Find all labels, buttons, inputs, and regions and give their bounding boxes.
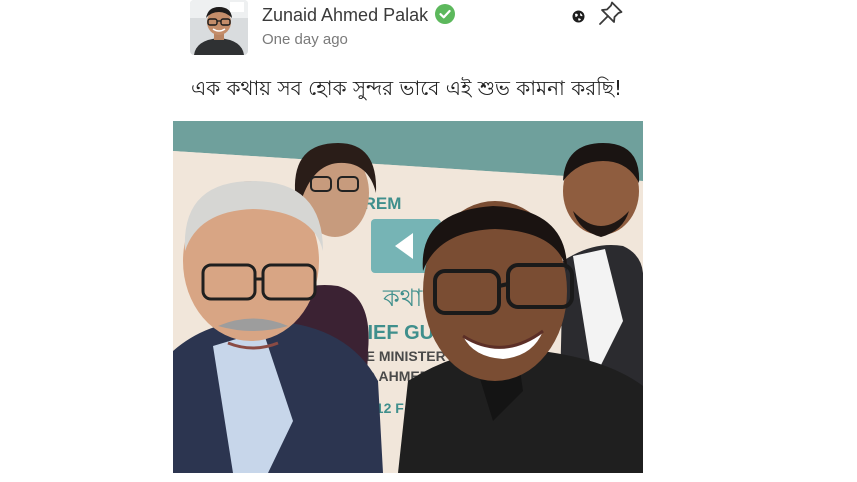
pin-icon[interactable]	[597, 0, 624, 27]
post-photo[interactable]: L NG CEREM কথা HIEF GU ATE MINISTER O AI…	[173, 121, 643, 473]
banner-text-2: কথা	[382, 284, 423, 312]
post-timestamp[interactable]: One day ago	[262, 31, 348, 49]
post-text: এক কথায় সব হোক সুন্দর ভাবে এই শুভ কামনা…	[191, 76, 623, 100]
globe-icon	[572, 8, 585, 23]
post-card: Zunaid Ahmed Palak One day ago এক কথায় …	[0, 0, 857, 482]
author-name[interactable]: Zunaid Ahmed Palak	[262, 4, 428, 26]
author-avatar[interactable]	[190, 0, 248, 55]
verified-check-icon	[434, 3, 456, 25]
